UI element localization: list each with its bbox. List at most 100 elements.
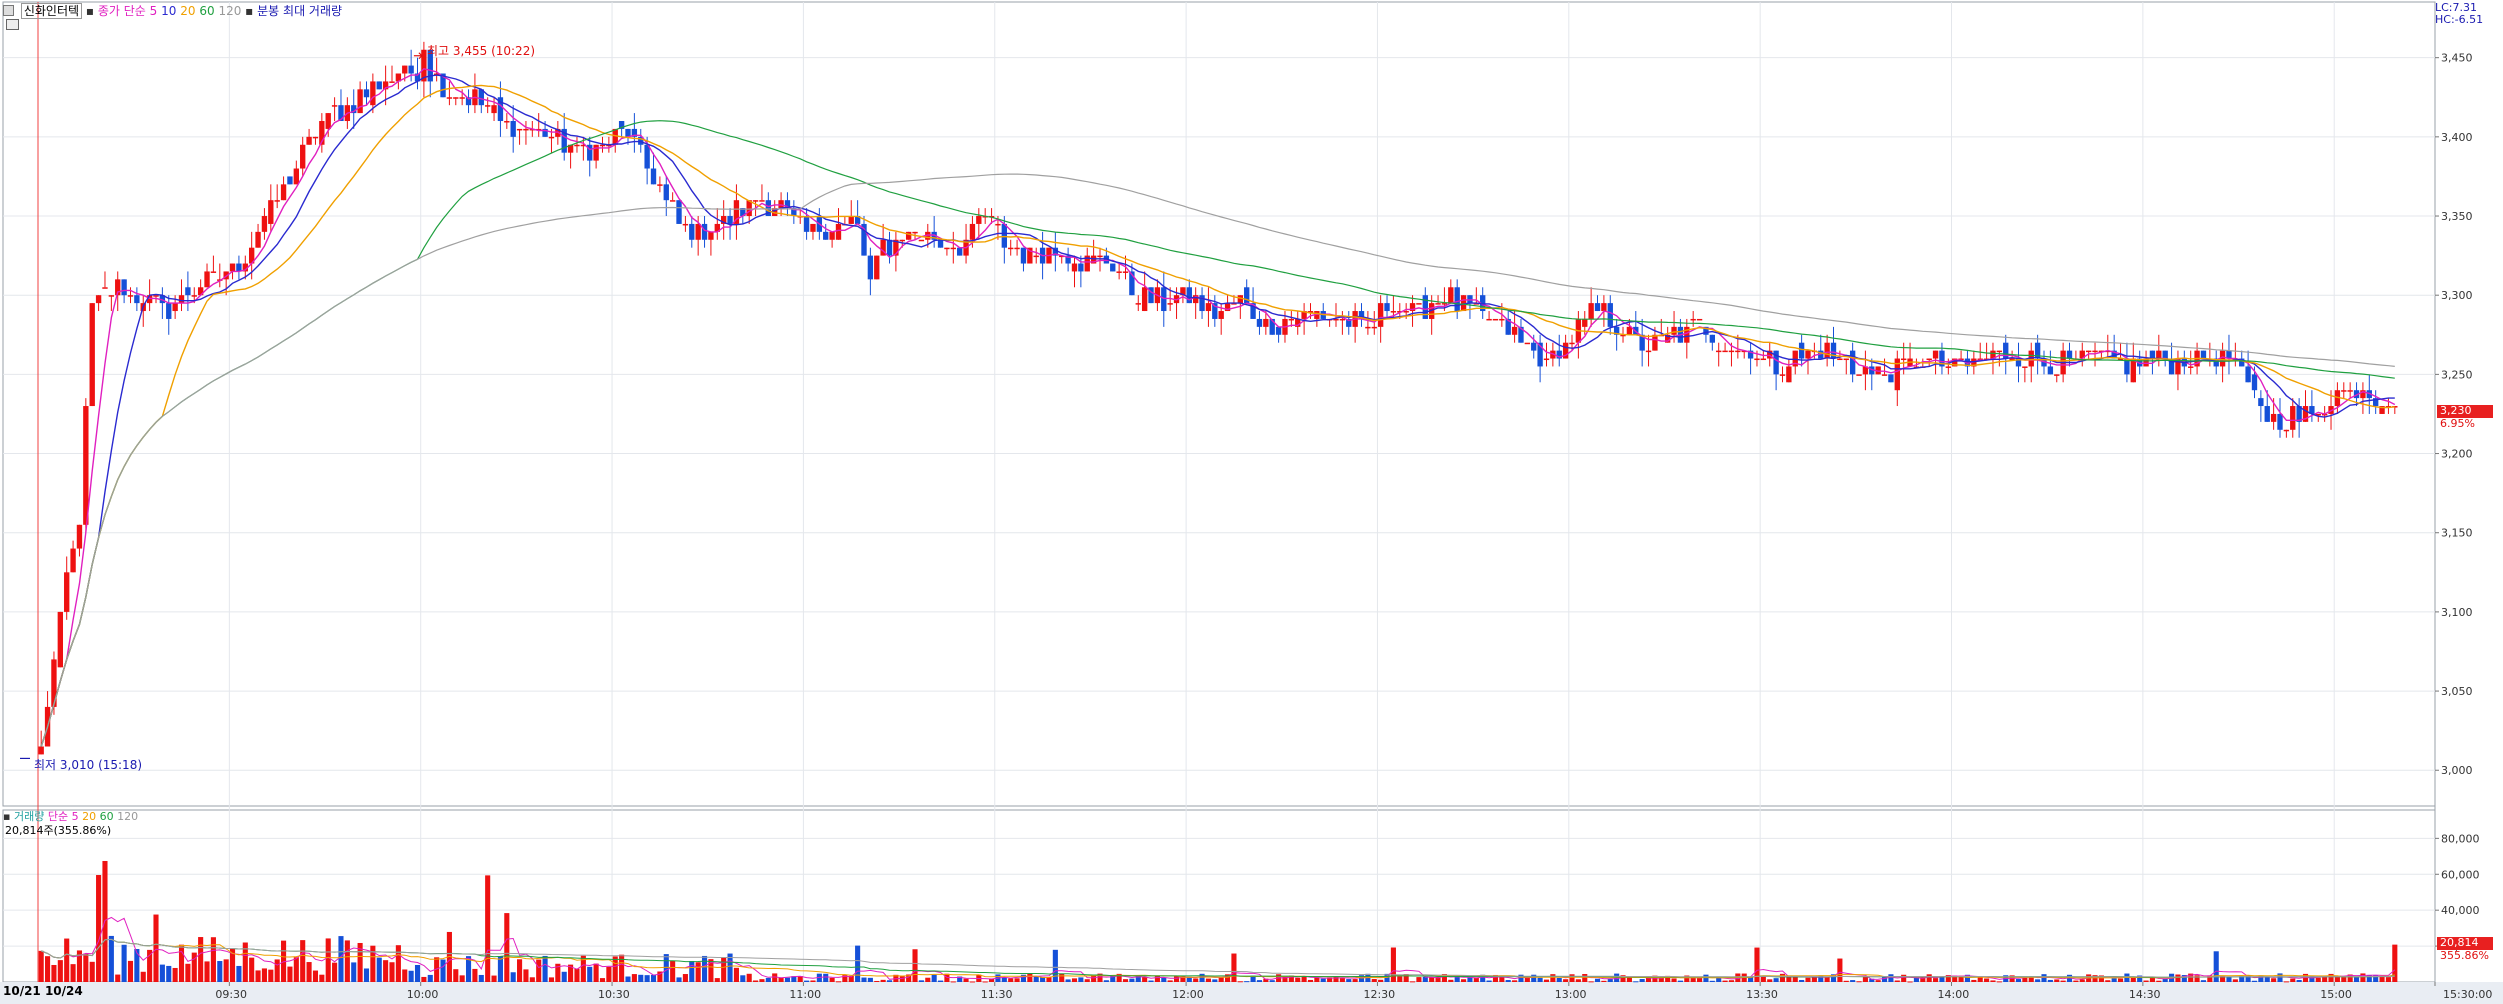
volume-bar[interactable] [166, 965, 172, 982]
volume-bar[interactable] [631, 974, 637, 982]
volume-bar[interactable] [1601, 980, 1607, 982]
candle-body[interactable] [57, 611, 64, 668]
candle-body[interactable] [402, 65, 408, 74]
candle-body[interactable] [516, 128, 523, 131]
volume-bar[interactable] [2232, 979, 2238, 982]
volume-bar[interactable] [1588, 981, 1594, 983]
volume-bar[interactable] [1167, 980, 1173, 982]
volume-bar[interactable] [695, 962, 701, 982]
volume-bar[interactable] [210, 937, 216, 982]
volume-bar[interactable] [1837, 958, 1843, 982]
candle-body[interactable] [1390, 311, 1397, 313]
volume-bar[interactable] [1499, 977, 1505, 982]
volume-bar[interactable] [925, 977, 931, 982]
candle-body[interactable] [1582, 318, 1588, 327]
volume-bar[interactable] [185, 963, 191, 982]
volume-bar[interactable] [1397, 976, 1403, 982]
volume-bar[interactable] [249, 957, 255, 982]
volume-bar[interactable] [478, 974, 484, 982]
volume-bar[interactable] [1505, 980, 1511, 982]
volume-bar[interactable] [198, 937, 204, 982]
volume-bar[interactable] [45, 956, 51, 982]
candle-body[interactable] [2003, 342, 2009, 359]
candle-body[interactable] [1996, 350, 2003, 353]
volume-bar[interactable] [204, 961, 210, 982]
volume-bar[interactable] [733, 967, 739, 982]
volume-bar[interactable] [2264, 977, 2270, 982]
volume-bar[interactable] [2353, 977, 2360, 982]
volume-bar[interactable] [2194, 975, 2200, 982]
volume-bar[interactable] [134, 949, 140, 982]
volume-bar[interactable] [1671, 978, 1677, 982]
candle-body[interactable] [599, 144, 606, 147]
volume-bar[interactable] [1512, 980, 1518, 982]
candle-body[interactable] [523, 128, 529, 131]
volume-bar[interactable] [1339, 978, 1345, 982]
volume-bar[interactable] [383, 960, 389, 982]
candle-body[interactable] [835, 223, 842, 240]
volume-bar[interactable] [619, 954, 625, 982]
volume-bar[interactable] [650, 974, 657, 982]
volume-bar[interactable] [402, 969, 408, 982]
volume-bar[interactable] [689, 960, 695, 982]
candle-body[interactable] [810, 223, 816, 232]
volume-bar[interactable] [2251, 980, 2258, 982]
volume-bar[interactable] [625, 976, 631, 982]
volume-bar[interactable] [325, 938, 331, 982]
volume-bar[interactable] [593, 963, 599, 982]
candle-body[interactable] [408, 65, 414, 74]
volume-bar[interactable] [1065, 979, 1071, 982]
candle-body[interactable] [1384, 303, 1390, 312]
volume-bar[interactable] [574, 968, 580, 982]
candle-body[interactable] [185, 287, 191, 296]
volume-bar[interactable] [376, 957, 382, 982]
volume-bar[interactable] [312, 970, 319, 982]
volume-bar[interactable] [1556, 977, 1562, 982]
volume-bar[interactable] [2130, 977, 2136, 982]
candle-body[interactable] [510, 121, 516, 137]
volume-bar[interactable] [1199, 973, 1205, 982]
volume-bar[interactable] [223, 959, 229, 982]
candle-body[interactable] [803, 216, 810, 232]
volume-bar[interactable] [159, 964, 165, 982]
volume-bar[interactable] [1378, 979, 1384, 982]
volume-bar[interactable] [1563, 979, 1569, 982]
volume-bar[interactable] [1575, 979, 1581, 982]
candle-body[interactable] [70, 548, 76, 573]
volume-bar[interactable] [1875, 980, 1881, 982]
volume-bar[interactable] [1078, 977, 1084, 982]
candle-body[interactable] [274, 200, 280, 202]
volume-bar[interactable] [1390, 947, 1396, 982]
volume-bar[interactable] [351, 962, 357, 982]
volume-bar[interactable] [300, 940, 306, 982]
volume-bar[interactable] [1320, 978, 1326, 982]
volume-bar[interactable] [459, 975, 465, 982]
volume-bar[interactable] [1282, 976, 1288, 982]
volume-bar[interactable] [1894, 980, 1900, 982]
volume-bar[interactable] [421, 976, 427, 982]
volume-bar[interactable] [2226, 976, 2232, 982]
volume-bar[interactable] [1301, 977, 1307, 982]
candle-body[interactable] [1218, 311, 1224, 319]
candle-body[interactable] [1110, 263, 1116, 272]
volume-bar[interactable] [1888, 974, 1894, 982]
volume-bar[interactable] [829, 977, 835, 982]
candle-body[interactable] [593, 144, 599, 161]
volume-bar[interactable] [1805, 977, 1811, 982]
volume-bar[interactable] [2060, 980, 2066, 982]
candle-body[interactable] [727, 216, 733, 224]
candle-body[interactable] [363, 89, 370, 98]
candle-body[interactable] [1422, 295, 1428, 319]
candle-body[interactable] [1511, 326, 1518, 335]
candle-body[interactable] [1728, 350, 1735, 353]
candle-body[interactable] [1786, 366, 1792, 383]
volume-bar[interactable] [172, 967, 178, 982]
volume-bar[interactable] [1607, 978, 1613, 982]
candle-body[interactable] [287, 176, 293, 185]
candle-body[interactable] [1888, 374, 1894, 383]
volume-bar[interactable] [772, 973, 778, 982]
volume-bar[interactable] [472, 968, 478, 982]
candle-body[interactable] [484, 105, 491, 107]
volume-bar[interactable] [2054, 979, 2060, 982]
volume-bar[interactable] [1486, 980, 1492, 982]
